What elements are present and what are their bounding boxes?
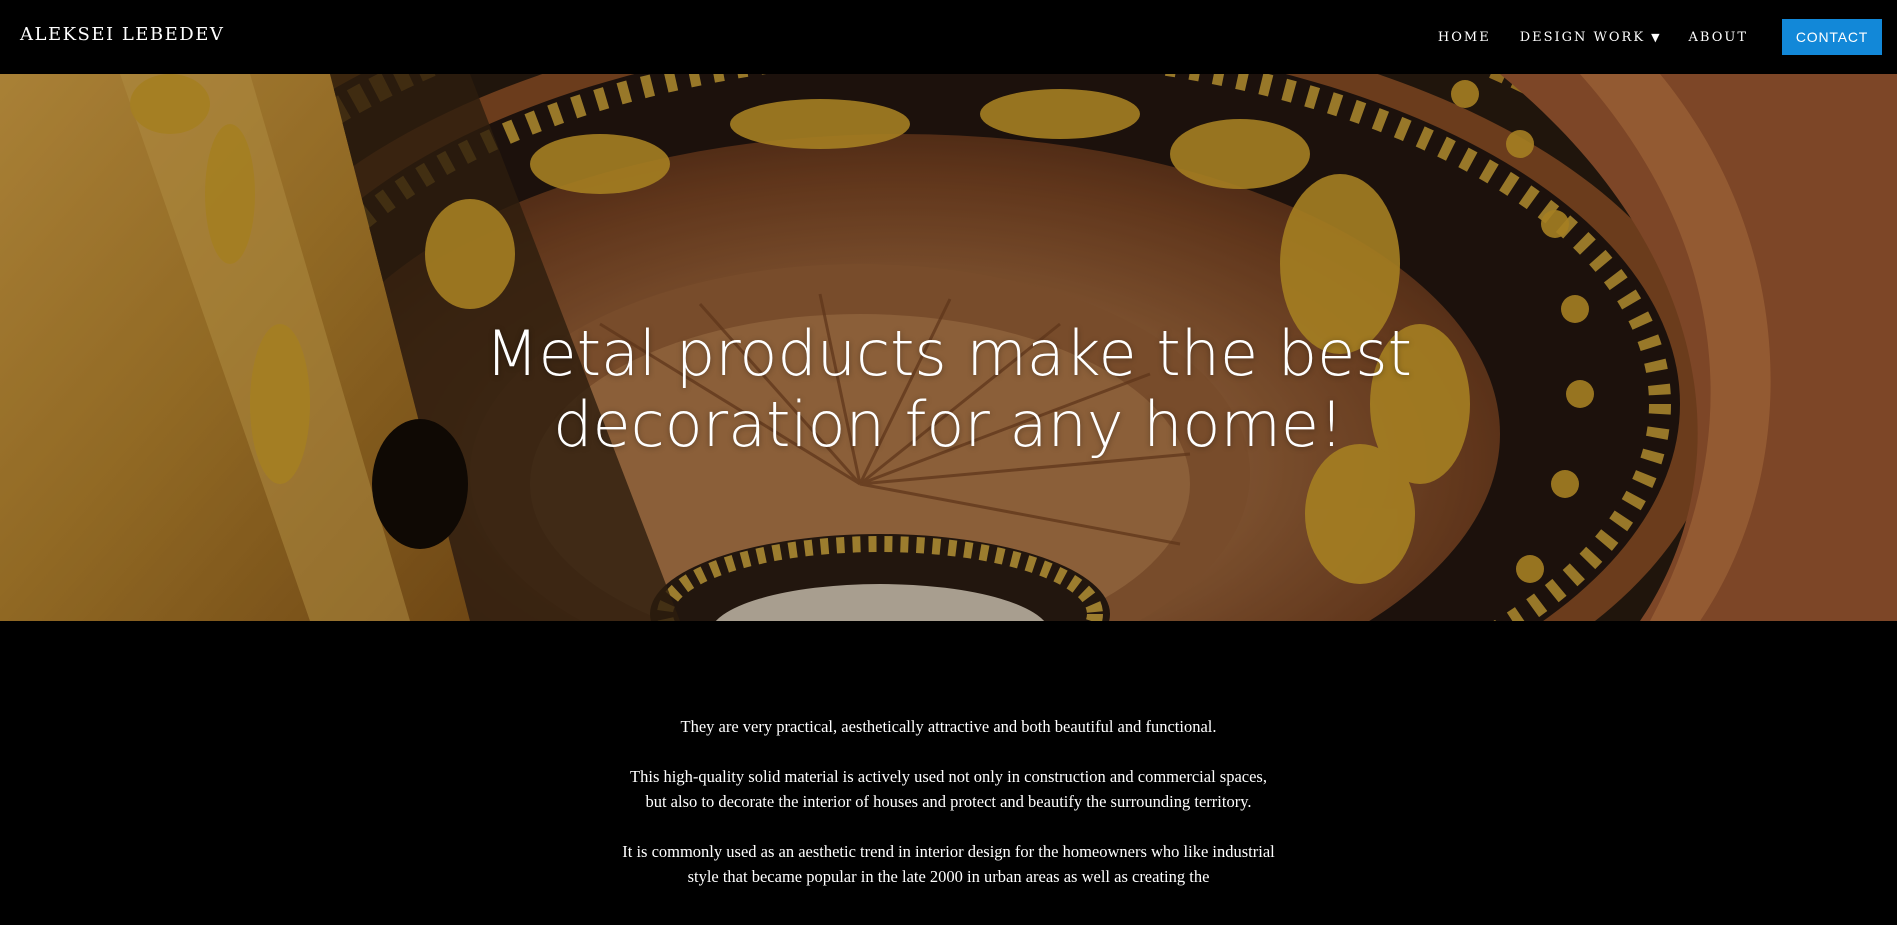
intro-text: They are very practical, aesthetically a… <box>620 714 1277 914</box>
paragraph: It is commonly used as an aesthetic tren… <box>622 842 1275 886</box>
main-nav: HOME DESIGN WORK ▼ ABOUT CONTACT <box>1409 0 1897 74</box>
hero-title: Metal products make the best decoration … <box>0 318 1897 460</box>
caret-down-icon: ▼ <box>1651 30 1660 44</box>
paragraph: They are very practical, aesthetically a… <box>680 717 1217 736</box>
nav-design-work-dropdown[interactable]: DESIGN WORK ▼ <box>1520 30 1660 45</box>
nav-design-work-label: DESIGN WORK <box>1519 29 1646 45</box>
nav-home-link[interactable]: HOME <box>1438 30 1491 45</box>
site-logo[interactable]: ALEKSEI LEBEDEV <box>20 24 224 45</box>
paragraph: This high-quality solid material is acti… <box>630 767 1267 811</box>
hero-title-line: decoration for any home! <box>553 387 1344 461</box>
site-header: ALEKSEI LEBEDEV HOME DESIGN WORK ▼ ABOUT … <box>0 0 1897 74</box>
nav-about-link[interactable]: ABOUT <box>1689 30 1748 45</box>
hero-banner: Metal products make the best decoration … <box>0 74 1897 621</box>
contact-button[interactable]: CONTACT <box>1782 19 1882 55</box>
hero-title-line: Metal products make the best <box>485 316 1412 390</box>
